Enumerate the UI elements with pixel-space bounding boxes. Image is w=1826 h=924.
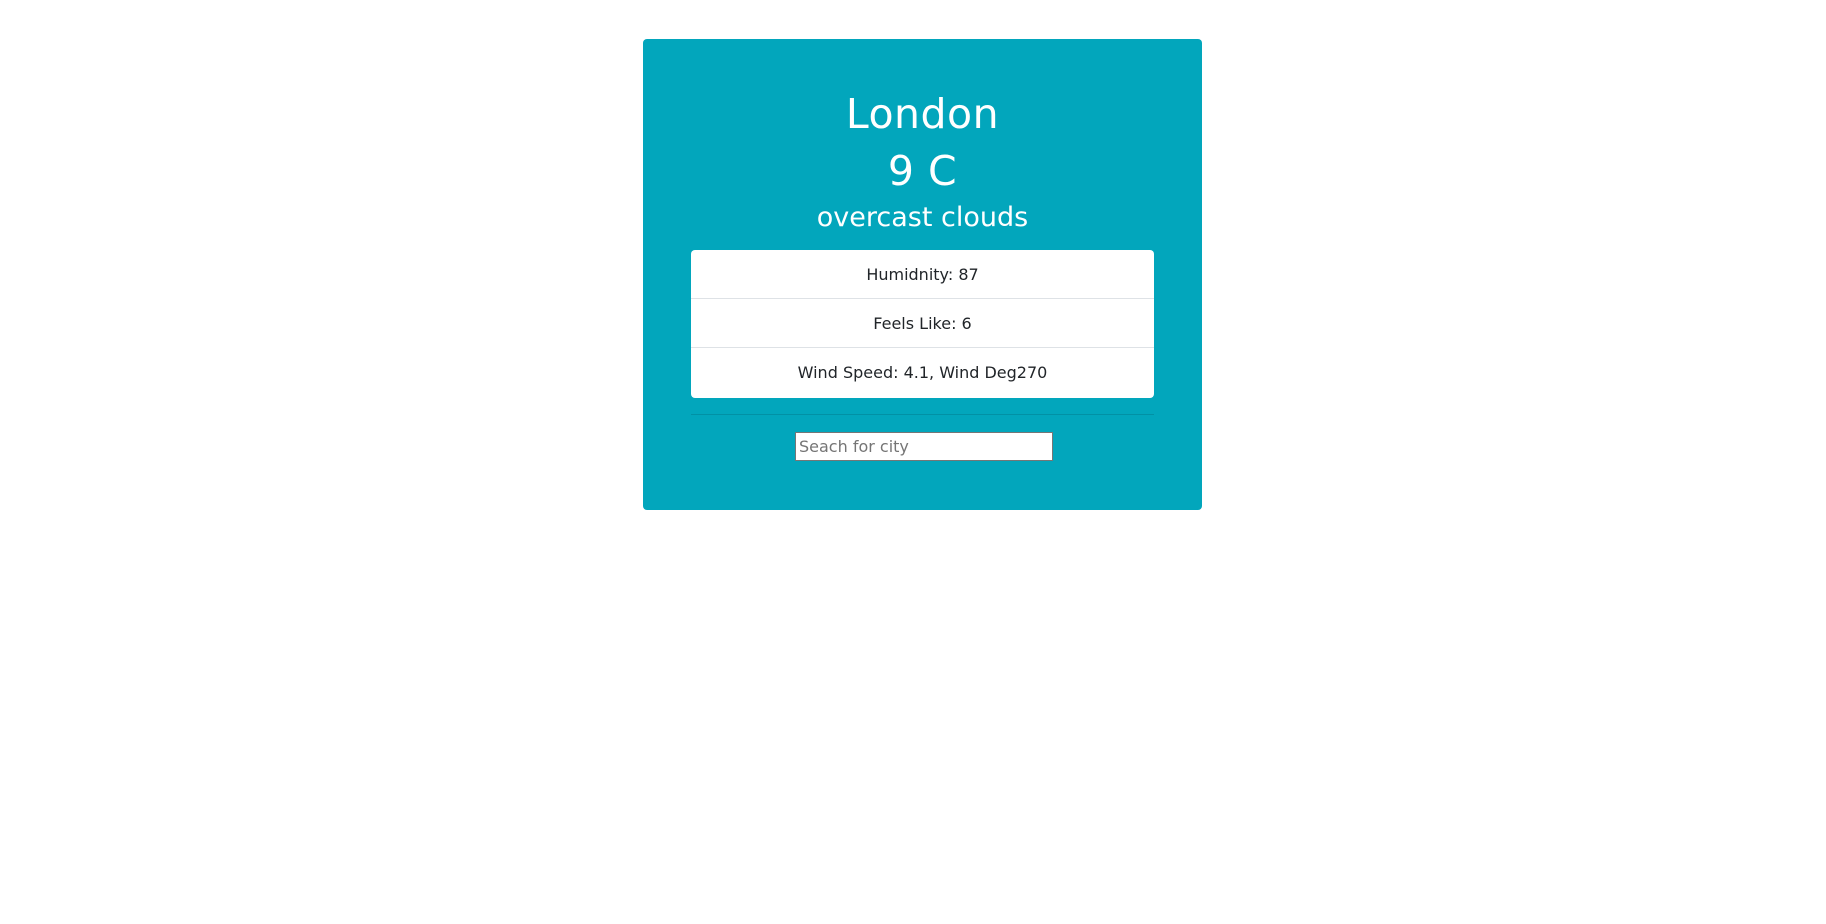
feels-like-item: Feels Like: 6: [691, 299, 1154, 348]
weather-description: overcast clouds: [816, 202, 1029, 233]
city-search-input[interactable]: [795, 432, 1053, 461]
weather-card: London 9 C overcast clouds Humidnity: 87…: [643, 39, 1202, 510]
divider: [691, 414, 1154, 415]
temperature: 9 C: [887, 147, 958, 195]
humidity-item: Humidnity: 87: [691, 250, 1154, 299]
city-name: London: [845, 90, 1000, 138]
weather-details-list: Humidnity: 87 Feels Like: 6 Wind Speed: …: [691, 250, 1154, 398]
wind-item: Wind Speed: 4.1, Wind Deg270: [797, 363, 1048, 382]
